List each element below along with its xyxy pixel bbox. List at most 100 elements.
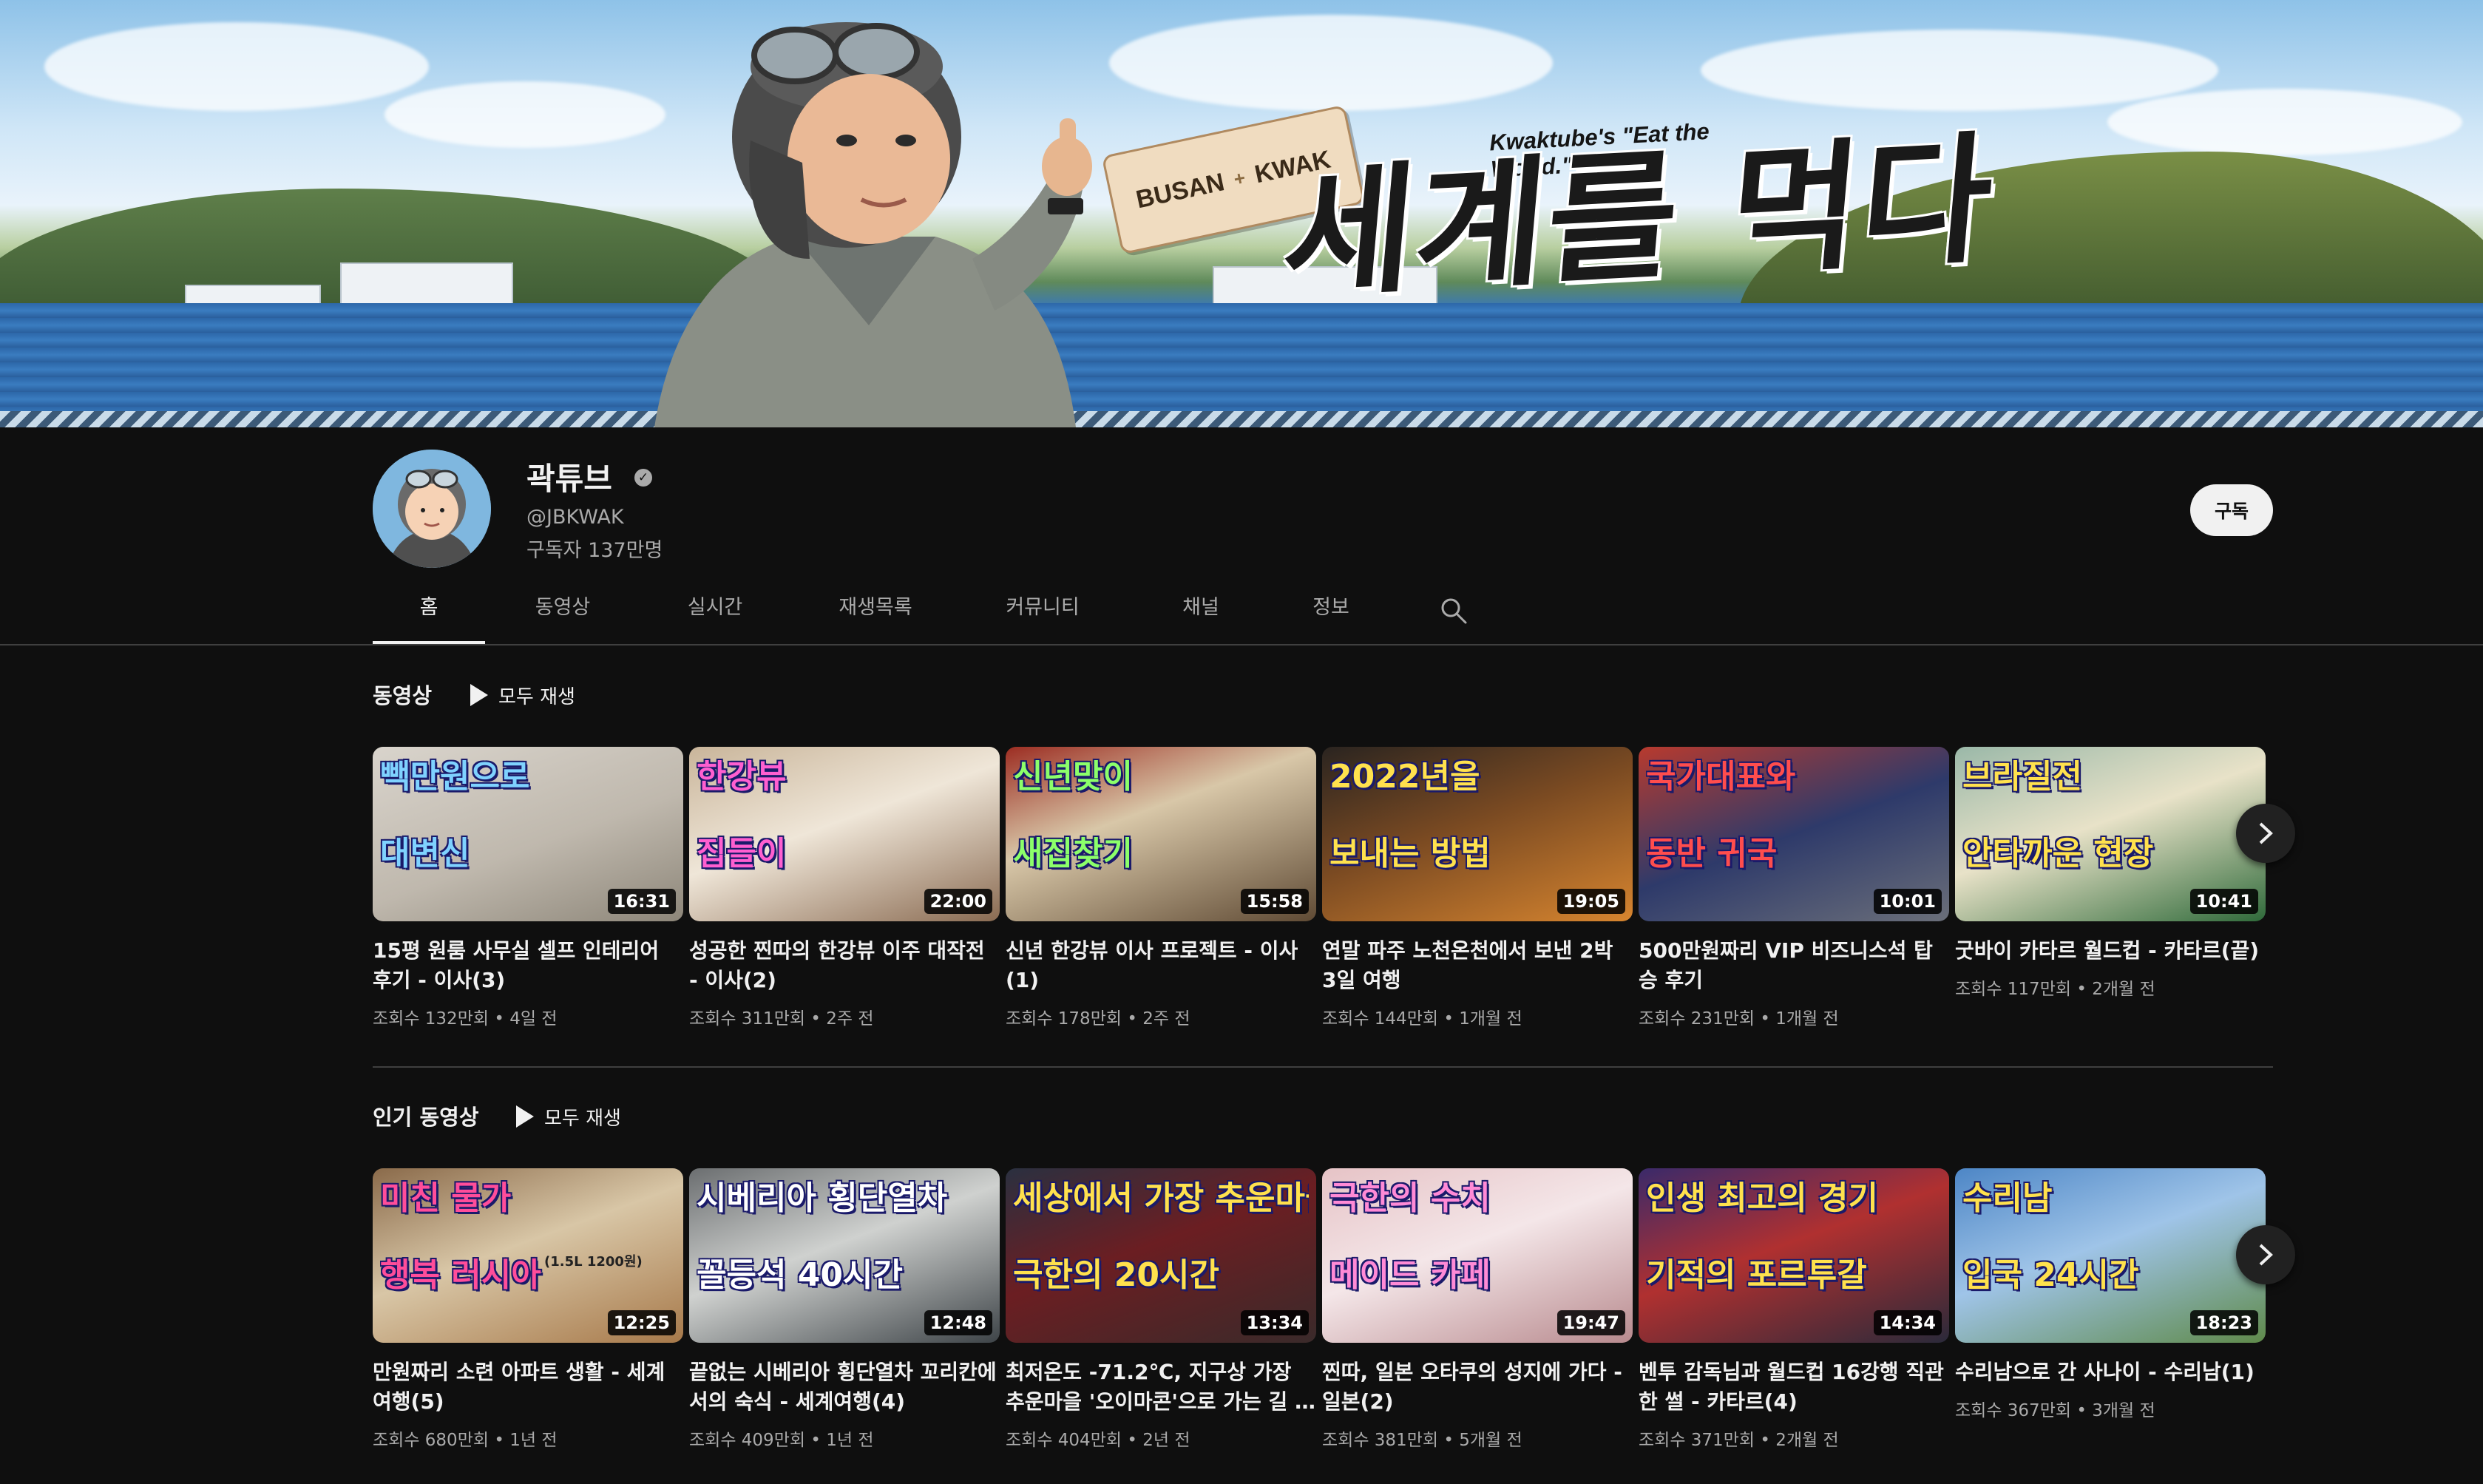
video-meta: 조회수 231만회 • 1개월 전 <box>1639 1004 1949 1029</box>
video-duration: 10:01 <box>1873 889 1942 914</box>
thumbnail-caption: 보내는 방법 <box>1329 835 1491 873</box>
thumbnail-caption: 브라질전 <box>1962 758 2082 796</box>
view-count: 조회수 367만회 <box>1955 1401 2072 1420</box>
thumbnail-caption: 빽만원으로 <box>380 758 530 796</box>
view-count: 조회수 144만회 <box>1322 1009 1439 1029</box>
thumbnail-caption: 미친 물가 <box>380 1179 512 1217</box>
tabs-divider <box>0 644 2483 646</box>
video-card[interactable]: 빽만원으로대변신 16:31 15평 원룸 사무실 셀프 인테리어 후기 - 이사(… <box>373 747 683 1029</box>
video-title[interactable]: 신년 한강뷰 이사 프로젝트 - 이사(1) <box>1006 936 1316 995</box>
video-duration: 12:48 <box>924 1310 992 1335</box>
video-card[interactable]: 시베리아 횡단열차 꼴등석 40시간 12:48 끝없는 시베리아 횡단열차 꼬리칸에… <box>689 1168 1000 1451</box>
video-title[interactable]: 끝없는 시베리아 횡단열차 꼬리칸에서의 숙식 - 세계여행(4) <box>689 1358 1000 1417</box>
view-count: 조회수 132만회 <box>373 1009 490 1029</box>
video-thumbnail[interactable]: 극한의 수치 메이드 카페 19:47 <box>1322 1168 1633 1343</box>
upload-age: 1년 전 <box>509 1431 558 1450</box>
thumbnail-caption: 대변신 <box>380 835 470 873</box>
next-arrow-button[interactable] <box>2236 1225 2295 1284</box>
tab-home[interactable]: 홈 <box>373 584 485 645</box>
upload-age: 2년 전 <box>1142 1431 1190 1450</box>
video-title[interactable]: 찐따, 일본 오타쿠의 성지에 가다 - 일본(2) <box>1322 1358 1633 1417</box>
video-meta: 조회수 680만회 • 1년 전 <box>373 1426 683 1451</box>
meta-separator: • <box>810 1009 821 1029</box>
video-thumbnail[interactable]: 국가대표와 동반 귀국 10:01 <box>1639 747 1949 921</box>
video-duration: 10:41 <box>2189 889 2258 914</box>
meta-separator: • <box>1760 1009 1770 1029</box>
video-card[interactable]: 극한의 수치 메이드 카페 19:47 찐따, 일본 오타쿠의 성지에 가다 - 일본… <box>1322 1168 1633 1451</box>
meta-separator: • <box>1760 1431 1770 1450</box>
video-title[interactable]: 연말 파주 노천온천에서 보낸 2박 3일 여행 <box>1322 936 1633 995</box>
tab-channels[interactable]: 채널 <box>1164 584 1238 645</box>
upload-age: 2개월 전 <box>2092 980 2155 999</box>
view-count: 조회수 381만회 <box>1322 1431 1439 1450</box>
channel-handle: @JBKWAK <box>526 506 624 529</box>
video-card[interactable]: 브라질전 안타까운 현장 10:41 굿바이 카타르 월드컵 - 카타르(끝) 조회수 … <box>1955 747 2266 1000</box>
video-thumbnail[interactable]: 미친 물가 행복 러시아 (1.5L 1200원) 12:25 <box>373 1168 683 1343</box>
play-all-button[interactable]: 모두 재생 <box>516 1102 621 1131</box>
subscribe-button[interactable]: 구독 <box>2190 484 2273 536</box>
tab-community[interactable]: 커뮤니티 <box>983 584 1102 645</box>
video-thumbnail[interactable]: 신년맞이 새집찾기 15:58 <box>1006 747 1316 921</box>
video-card[interactable]: 수리남 입국 24시간 18:23 수리남으로 간 사나이 - 수리남(1) 조회수 3… <box>1955 1168 2266 1421</box>
video-duration: 16:31 <box>607 889 676 914</box>
play-all-label: 모두 재생 <box>498 685 575 708</box>
video-thumbnail[interactable]: 세상에서 가장 추운마을 극한의 20시간 13:34 <box>1006 1168 1316 1343</box>
section-divider <box>373 1066 2273 1068</box>
video-thumbnail[interactable]: 인생 최고의 경기 기적의 포르투갈 14:34 <box>1639 1168 1949 1343</box>
video-thumbnail[interactable]: 시베리아 횡단열차 꼴등석 40시간 12:48 <box>689 1168 1000 1343</box>
tab-label: 홈 <box>419 596 438 619</box>
thumbnail-caption: 동반 귀국 <box>1646 835 1778 873</box>
video-duration: 19:47 <box>1556 1310 1625 1335</box>
video-card[interactable]: 미친 물가 행복 러시아 (1.5L 1200원) 12:25 만원짜리 소련 아파트 … <box>373 1168 683 1451</box>
chevron-right-icon <box>2259 822 2273 844</box>
video-title[interactable]: 굿바이 카타르 월드컵 - 카타르(끝) <box>1955 936 2266 966</box>
video-title[interactable]: 만원짜리 소련 아파트 생활 - 세계여행(5) <box>373 1358 683 1417</box>
video-title[interactable]: 최저온도 -71.2℃, 지구상 가장 추운마을 '오이마콘'으로 가는 길 -… <box>1006 1358 1316 1417</box>
video-card[interactable]: 국가대표와 동반 귀국 10:01 500만원짜리 VIP 비즈니스석 탑승 후기 조회… <box>1639 747 1949 1029</box>
next-arrow-button[interactable] <box>2236 804 2295 863</box>
video-title[interactable]: 500만원짜리 VIP 비즈니스석 탑승 후기 <box>1639 936 1949 995</box>
view-count: 조회수 311만회 <box>689 1009 806 1029</box>
video-meta: 조회수 409만회 • 1년 전 <box>689 1426 1000 1451</box>
video-thumbnail[interactable]: 2022년을 보내는 방법 19:05 <box>1322 747 1633 921</box>
video-thumbnail[interactable]: 수리남 입국 24시간 18:23 <box>1955 1168 2266 1343</box>
search-icon[interactable] <box>1439 596 1469 626</box>
tab-videos[interactable]: 동영상 <box>515 584 611 645</box>
tab-playlists[interactable]: 재생목록 <box>816 584 935 645</box>
video-card[interactable]: 2022년을 보내는 방법 19:05 연말 파주 노천온천에서 보낸 2박 3일 여… <box>1322 747 1633 1029</box>
view-count: 조회수 680만회 <box>373 1431 490 1450</box>
upload-age: 2주 전 <box>1142 1009 1190 1029</box>
meta-separator: • <box>2076 980 2087 999</box>
video-thumbnail[interactable]: 빽만원으로대변신 16:31 <box>373 747 683 921</box>
thumbnail-caption: 입국 24시간 <box>1962 1256 2139 1294</box>
video-meta: 조회수 178만회 • 2주 전 <box>1006 1004 1316 1029</box>
video-thumbnail[interactable]: 한강뷰 집들이 22:00 <box>689 747 1000 921</box>
view-count: 조회수 371만회 <box>1639 1431 1755 1450</box>
meta-separator: • <box>1127 1009 1137 1029</box>
thumbnail-caption: 새집찾기 <box>1013 835 1133 873</box>
video-title[interactable]: 벤투 감독님과 월드컵 16강행 직관한 썰 - 카타르(4) <box>1639 1358 1949 1417</box>
thumbnail-caption: 시베리아 횡단열차 <box>697 1179 948 1217</box>
thumbnail-caption: 극한의 20시간 <box>1013 1256 1219 1294</box>
tab-about[interactable]: 정보 <box>1294 584 1368 645</box>
video-card[interactable]: 신년맞이 새집찾기 15:58 신년 한강뷰 이사 프로젝트 - 이사(1) 조회수 1… <box>1006 747 1316 1029</box>
video-duration: 12:25 <box>607 1310 676 1335</box>
video-card[interactable]: 한강뷰 집들이 22:00 성공한 찐따의 한강뷰 이주 대작전 - 이사(2) 조회수… <box>689 747 1000 1029</box>
play-all-button[interactable]: 모두 재생 <box>470 680 575 710</box>
video-card[interactable]: 세상에서 가장 추운마을 극한의 20시간 13:34 최저온도 -71.2℃, 지구… <box>1006 1168 1316 1451</box>
view-count: 조회수 404만회 <box>1006 1431 1122 1450</box>
host-photo <box>654 22 1092 427</box>
upload-age: 1개월 전 <box>1775 1009 1839 1029</box>
video-title[interactable]: 수리남으로 간 사나이 - 수리남(1) <box>1955 1358 2266 1387</box>
video-thumbnail[interactable]: 브라질전 안타까운 현장 10:41 <box>1955 747 2266 921</box>
video-title[interactable]: 15평 원룸 사무실 셀프 인테리어 후기 - 이사(3) <box>373 936 683 995</box>
meta-separator: • <box>1443 1431 1454 1450</box>
view-count: 조회수 117만회 <box>1955 980 2072 999</box>
video-card[interactable]: 인생 최고의 경기 기적의 포르투갈 14:34 벤투 감독님과 월드컵 16강행 직… <box>1639 1168 1949 1451</box>
channel-avatar[interactable] <box>373 450 491 568</box>
video-title[interactable]: 성공한 찐따의 한강뷰 이주 대작전 - 이사(2) <box>689 936 1000 995</box>
view-count: 조회수 231만회 <box>1639 1009 1755 1029</box>
tab-live[interactable]: 실시간 <box>667 584 763 645</box>
video-meta: 조회수 144만회 • 1개월 전 <box>1322 1004 1633 1029</box>
video-duration: 15:58 <box>1240 889 1309 914</box>
